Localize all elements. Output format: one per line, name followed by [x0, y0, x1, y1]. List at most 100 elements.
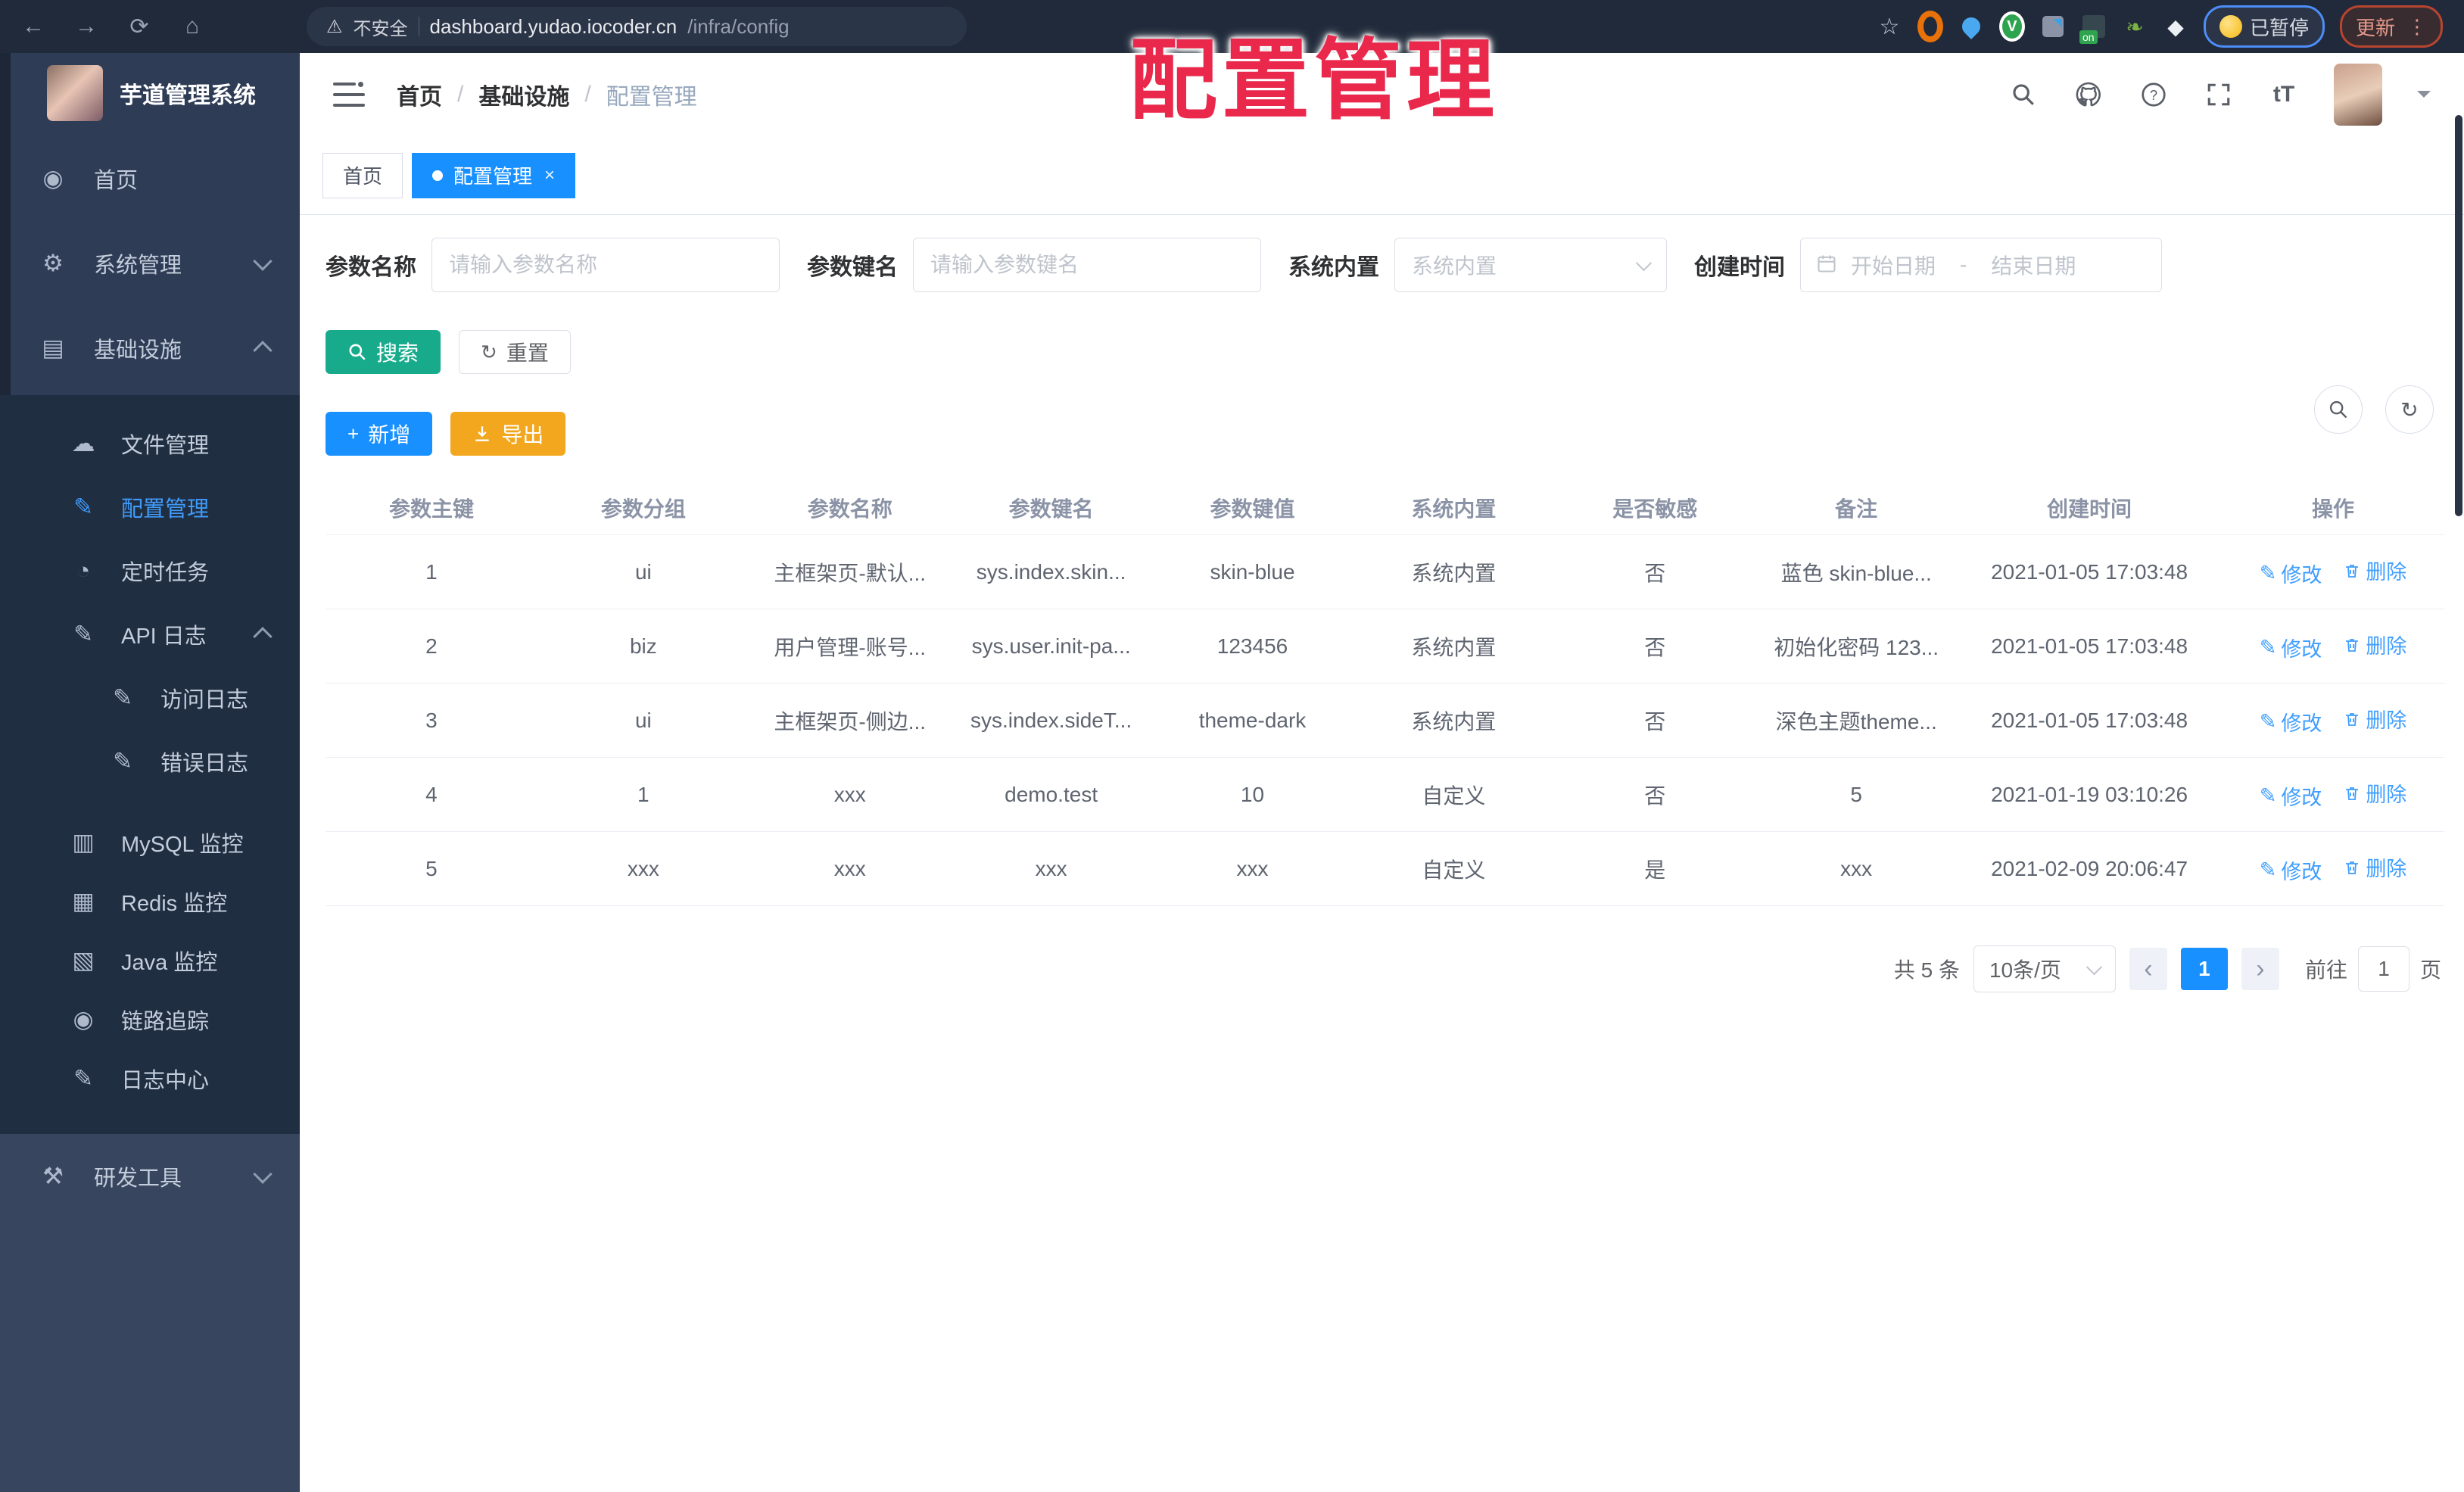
toggle-search-icon[interactable] — [2314, 385, 2363, 434]
cell-id: 1 — [326, 534, 537, 609]
url-path: /infra/config — [687, 14, 790, 38]
date-end-placeholder: 结束日期 — [1991, 254, 2076, 278]
paused-label: 已暂停 — [2249, 16, 2309, 39]
address-bar[interactable]: ⚠ 不安全 dashboard.yudao.iocoder.cn/infra/c… — [307, 7, 967, 46]
font-size-icon[interactable]: tT — [2269, 79, 2299, 110]
breadcrumb-separator: / — [584, 82, 591, 107]
cell-actions: ✎ 修改 删除 — [2222, 534, 2444, 609]
extensions-puzzle-icon[interactable]: ◆ — [2163, 14, 2188, 39]
search-button[interactable]: 搜索 — [326, 330, 441, 374]
filter-type-select[interactable]: 系统内置 — [1394, 238, 1667, 292]
table-row: 2 biz 用户管理-账号... sys.user.init-pa... 123… — [326, 609, 2444, 684]
edit-link[interactable]: ✎ 修改 — [2260, 707, 2322, 737]
filter-key-input[interactable] — [913, 238, 1261, 292]
edit-link[interactable]: ✎ 修改 — [2260, 633, 2322, 662]
dashboard-icon: ◉ — [42, 165, 64, 192]
timer-icon: ◔ — [76, 557, 91, 584]
next-page-icon[interactable]: › — [2241, 948, 2279, 990]
extension-green-v-icon[interactable]: V — [1998, 11, 2025, 42]
sidebar-item-dev-tools[interactable]: ⚒ 研发工具 — [0, 1134, 300, 1219]
delete-link[interactable]: 删除 — [2343, 852, 2406, 882]
sidebar-item-api-log[interactable]: ✎ API 日志 — [0, 603, 300, 666]
sidebar-item-trace[interactable]: ◉ 链路追踪 — [0, 990, 300, 1049]
current-page[interactable]: 1 — [2180, 948, 2228, 990]
sidebar-item-file[interactable]: ☁ 文件管理 — [0, 412, 300, 475]
sidebar-item-log-center[interactable]: ✎ 日志中心 — [0, 1049, 300, 1108]
help-icon[interactable]: ? — [2138, 79, 2169, 110]
sidebar-item-label: 日志中心 — [121, 1069, 210, 1093]
sidebar-item-config[interactable]: ✎ 配置管理 — [0, 475, 300, 539]
delete-link[interactable]: 删除 — [2343, 630, 2406, 659]
extension-leaf-icon[interactable]: ❧ — [2122, 14, 2148, 39]
filter-name-input[interactable] — [431, 238, 780, 292]
table-header-row: 参数主键 参数分组 参数名称 参数键名 参数键值 系统内置 是否敏感 备注 创建… — [326, 481, 2444, 535]
delete-link[interactable]: 删除 — [2343, 556, 2406, 585]
edit-link[interactable]: ✎ 修改 — [2260, 559, 2322, 588]
goto-page-input[interactable] — [2357, 946, 2409, 992]
sidebar-item-access-log[interactable]: ✎ 访问日志 — [0, 666, 300, 730]
reload-icon[interactable]: ⟳ — [123, 10, 156, 43]
cloud-upload-icon: ☁ — [71, 430, 95, 456]
create-button[interactable]: + 新增 — [326, 412, 433, 456]
github-icon[interactable] — [2073, 79, 2104, 110]
app-logo-row[interactable]: 芋道管理系统 — [0, 53, 300, 136]
paused-badge[interactable]: 已暂停 — [2203, 5, 2325, 48]
sidebar-item-label: 错误日志 — [160, 752, 249, 776]
sidebar-item-home[interactable]: ◉ 首页 — [0, 136, 300, 221]
bookmark-star-icon[interactable]: ☆ — [1877, 14, 1902, 39]
prev-page-icon[interactable]: ‹ — [2129, 948, 2167, 990]
extension-gray-icon[interactable] — [2040, 14, 2066, 39]
tab-label: 配置管理 — [453, 165, 533, 188]
sidebar-item-mysql[interactable]: ▥ MySQL 监控 — [0, 813, 300, 872]
sidebar-item-redis[interactable]: ▦ Redis 监控 — [0, 872, 300, 931]
delete-link[interactable]: 删除 — [2343, 778, 2406, 808]
delete-link[interactable]: 删除 — [2343, 704, 2406, 734]
page-size-select[interactable]: 10条/页 — [1973, 945, 2116, 992]
menu-fold-icon[interactable] — [333, 82, 365, 107]
home-icon[interactable]: ⌂ — [176, 10, 209, 43]
update-button[interactable]: 更新 ⋮ — [2339, 5, 2443, 48]
extension-pin-icon[interactable] — [1958, 14, 1984, 39]
back-icon[interactable]: ← — [17, 10, 50, 43]
user-menu-caret-icon[interactable] — [2417, 91, 2431, 104]
tab-close-icon[interactable]: × — [544, 165, 555, 186]
sidebar-item-job[interactable]: ◔ 定时任务 — [0, 539, 300, 603]
kebab-menu-icon[interactable]: ⋮ — [2407, 15, 2427, 39]
export-button[interactable]: 导出 — [450, 412, 566, 456]
plus-icon: + — [347, 422, 360, 445]
sidebar-item-label: 链路追踪 — [121, 1010, 210, 1034]
sidebar-submenu: ☁ 文件管理 ✎ 配置管理 ◔ 定时任务 ✎ API 日志 ✎ 访问日志 ✎ 错… — [0, 395, 300, 1134]
search-button-label: 搜索 — [376, 341, 419, 365]
sidebar-item-error-log[interactable]: ✎ 错误日志 — [0, 730, 300, 793]
sidebar-item-infra[interactable]: ▤ 基础设施 — [0, 306, 300, 391]
breadcrumb-home[interactable]: 首页 — [397, 78, 442, 111]
log-icon: ✎ — [73, 621, 93, 647]
edit-icon: ✎ — [73, 494, 93, 520]
extension-orange-icon[interactable] — [1917, 11, 1943, 42]
forward-icon[interactable]: → — [70, 10, 103, 43]
refresh-table-icon[interactable]: ↻ — [2385, 385, 2434, 434]
cell-actions: ✎ 修改 删除 — [2222, 831, 2444, 906]
tab-config[interactable]: 配置管理 × — [412, 152, 576, 198]
search-icon[interactable] — [2008, 79, 2039, 110]
reset-button[interactable]: ↻ 重置 — [459, 330, 571, 374]
fullscreen-icon[interactable] — [2204, 79, 2234, 110]
cell-sensitive: 否 — [1554, 534, 1756, 609]
extension-on-badge-icon[interactable] — [2079, 14, 2107, 44]
scrollbar-thumb[interactable] — [2455, 115, 2462, 516]
edit-link[interactable]: ✎ 修改 — [2260, 781, 2322, 811]
filter-form: 参数名称 参数键名 系统内置 系统内置 创建时间 — [326, 238, 2444, 292]
sidebar-item-java[interactable]: ▧ Java 监控 — [0, 931, 300, 990]
edit-link[interactable]: ✎ 修改 — [2260, 855, 2322, 885]
breadcrumb-infra[interactable]: 基础设施 — [478, 78, 569, 111]
sidebar-item-system[interactable]: ⚙ 系统管理 — [0, 221, 300, 306]
trash-icon — [2346, 786, 2359, 800]
cell-remark: 初始化密码 123... — [1755, 609, 1958, 684]
user-avatar[interactable] — [2334, 64, 2382, 126]
tab-home[interactable]: 首页 — [322, 152, 403, 198]
pencil-icon: ✎ — [2259, 561, 2277, 584]
cell-type: 系统内置 — [1353, 609, 1555, 684]
filter-date-range[interactable]: 开始日期 - 结束日期 — [1800, 238, 2162, 292]
tools-icon: ⚒ — [42, 1163, 64, 1189]
cell-value: xxx — [1151, 831, 1353, 906]
